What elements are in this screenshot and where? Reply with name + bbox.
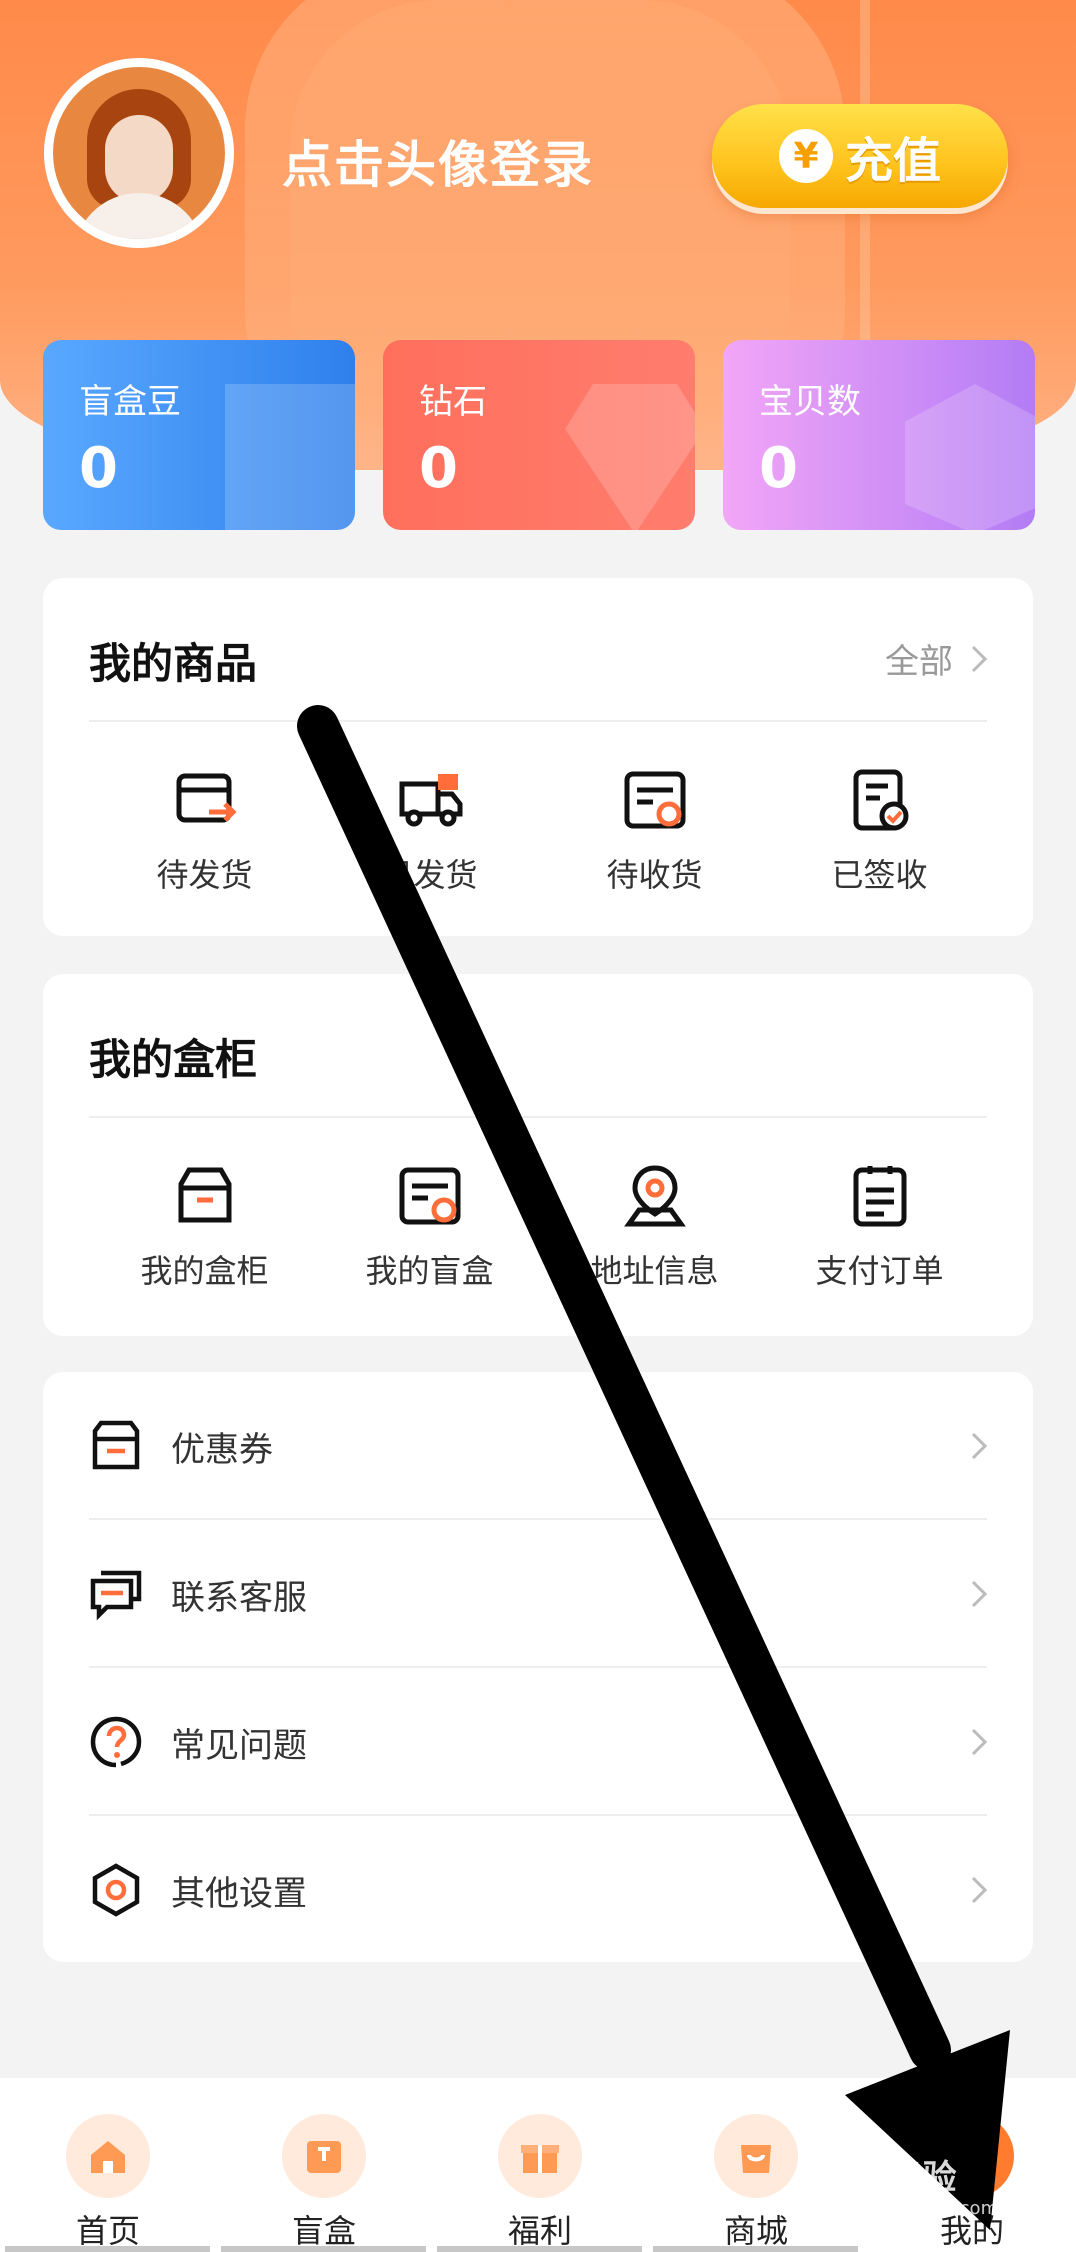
stat-value: 0 [419, 436, 458, 501]
location-icon [623, 1165, 686, 1227]
goods-item-label: 已发货 [381, 856, 478, 894]
chevron-right-icon [971, 1580, 988, 1608]
section-title: 我的盒柜 [89, 1035, 258, 1084]
coupon-icon [92, 1420, 140, 1470]
signed-check-icon [853, 769, 908, 831]
menu-item-label: 其他设置 [171, 1873, 307, 1914]
avatar-image [53, 67, 225, 239]
shop-bag-icon [741, 2145, 771, 2173]
goods-item-pending-receive[interactable]: 待收货 [542, 764, 767, 896]
menu-item-label: 联系客服 [171, 1577, 307, 1618]
stat-label: 钻石 [419, 382, 487, 422]
box-bg-icon [225, 384, 355, 530]
gift-icon [521, 2145, 559, 2173]
menu-item-label: 常见问题 [171, 1725, 307, 1766]
stat-value: 0 [759, 436, 798, 501]
cabinet-item-label: 我的盲盒 [365, 1252, 494, 1290]
section-title: 我的商品 [89, 639, 258, 688]
tab-blindbox[interactable]: 盲盒 [216, 2078, 432, 2252]
stat-card-diamond[interactable]: 钻石 0 [383, 340, 695, 530]
cabinet-item-blindbox[interactable]: 我的盲盒 [317, 1160, 542, 1292]
stat-label: 盲盒豆 [79, 382, 181, 422]
chevron-right-icon [971, 1876, 988, 1904]
service-chat-icon [90, 1570, 142, 1621]
stat-card-beans[interactable]: 盲盒豆 0 [43, 340, 355, 530]
blindbox-icon [399, 1167, 460, 1225]
avatar[interactable] [44, 58, 234, 248]
goods-item-label: 待发货 [156, 856, 253, 894]
menu-item-customer-service[interactable]: 联系客服 [43, 1520, 1033, 1668]
recharge-button[interactable]: ¥ 充值 [712, 104, 1008, 208]
menu-item-faq[interactable]: 常见问题 [43, 1668, 1033, 1816]
tab-underline [437, 2246, 642, 2252]
view-all-label: 全部 [885, 642, 953, 682]
box-tab-icon [307, 2141, 341, 2173]
recharge-label: 充值 [844, 133, 941, 189]
goods-item-label: 待收货 [606, 856, 703, 894]
settings-hex-icon [92, 1863, 140, 1917]
watermark-url: jingyan.baidu.com [832, 2198, 999, 2219]
stat-card-treasures[interactable]: 宝贝数 0 [723, 340, 1035, 530]
view-all-link[interactable]: 全部 [885, 634, 989, 683]
question-icon [90, 1716, 142, 1768]
watermark-logo: Bai经验 [824, 2158, 958, 2198]
divider [89, 1116, 987, 1118]
menu-item-coupon[interactable]: 优惠券 [43, 1372, 1033, 1520]
stat-value: 0 [79, 436, 118, 501]
cabinet-item-cabinet[interactable]: 我的盒柜 [92, 1160, 317, 1292]
cube-bg-icon [905, 384, 1035, 530]
login-prompt[interactable]: 点击头像登录 [282, 125, 594, 197]
tab-underline [5, 2246, 210, 2252]
yen-icon: ¥ [778, 129, 833, 183]
home-icon [91, 2141, 125, 2173]
menu-list-card: 优惠券 联系客服 常见问题 其他设置 [43, 1372, 1033, 1962]
divider [89, 720, 987, 722]
tab-home[interactable]: 首页 [0, 2078, 216, 2252]
chevron-right-icon [971, 1432, 988, 1460]
stat-label: 宝贝数 [759, 382, 861, 422]
tab-welfare[interactable]: 福利 [432, 2078, 648, 2252]
order-icon [853, 1166, 906, 1227]
cabinet-item-label: 地址信息 [590, 1252, 719, 1290]
receipt-clock-icon [624, 771, 685, 829]
tab-underline [653, 2246, 858, 2252]
cabinet-item-orders[interactable]: 支付订单 [767, 1160, 992, 1292]
menu-item-settings[interactable]: 其他设置 [43, 1816, 1033, 1964]
truck-icon [399, 774, 462, 827]
cabinet-item-label: 我的盒柜 [140, 1252, 269, 1290]
chevron-right-icon [971, 1728, 988, 1756]
chevron-right-icon [971, 645, 988, 672]
goods-item-signed[interactable]: 已签收 [767, 764, 992, 896]
tab-underline [221, 2246, 426, 2252]
my-cabinet-card: 我的盒柜 我的盒柜 我的盲盒 地址信息 支付订单 [43, 974, 1033, 1336]
cabinet-item-address[interactable]: 地址信息 [542, 1160, 767, 1292]
box-arrow-icon [176, 773, 237, 823]
goods-item-label: 已签收 [831, 856, 928, 894]
menu-item-label: 优惠券 [171, 1429, 273, 1470]
cabinet-item-label: 支付订单 [815, 1252, 944, 1290]
my-goods-card: 我的商品 全部 待发货 已发货 待收货 已签收 [43, 578, 1033, 936]
cabinet-icon [178, 1167, 231, 1223]
goods-item-pending-ship[interactable]: 待发货 [92, 764, 317, 896]
diamond-bg-icon [565, 384, 695, 530]
goods-item-shipped[interactable]: 已发货 [317, 764, 542, 896]
